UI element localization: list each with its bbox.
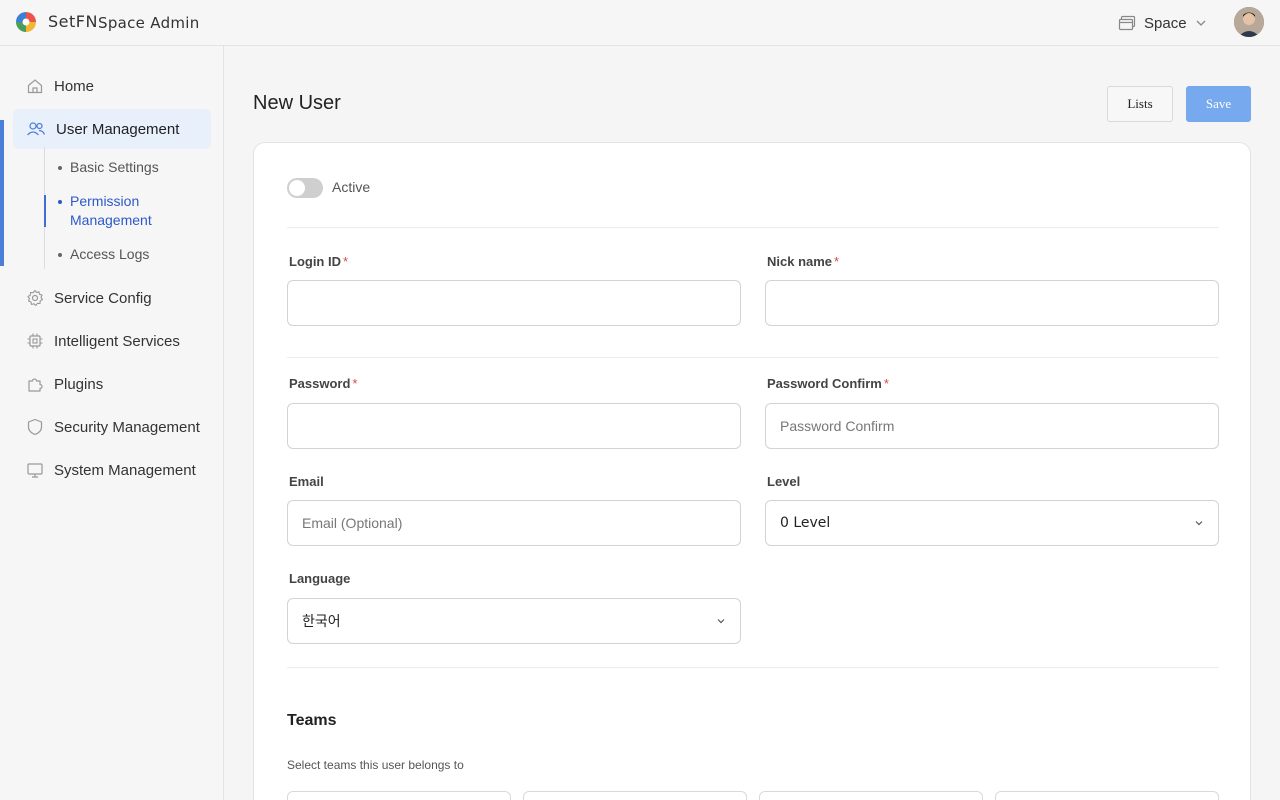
users-icon — [27, 122, 46, 136]
bullet-icon — [58, 253, 62, 257]
nick-name-input[interactable] — [765, 280, 1219, 326]
required-mark: * — [883, 376, 889, 391]
chevron-down-icon — [717, 619, 725, 624]
login-id-label-text: Login ID — [289, 254, 341, 269]
divider — [287, 357, 1219, 358]
language-label: Language — [289, 571, 351, 586]
nick-name-label-text: Nick name — [767, 254, 833, 269]
app-title: Space Admin — [98, 14, 200, 32]
active-toggle[interactable] — [287, 178, 323, 198]
teams-description: Select teams this user belongs to — [287, 758, 464, 772]
password-confirm-label: Password Confirm * — [767, 376, 889, 391]
language-value: 한국어 — [302, 614, 341, 630]
chip-icon — [27, 333, 43, 349]
password-confirm-input[interactable] — [765, 403, 1219, 449]
sidebar-item-label: Service Config — [54, 289, 152, 307]
active-indicator — [0, 120, 4, 266]
sidebar-item-label: Home — [54, 77, 95, 95]
gear-icon — [27, 289, 44, 307]
chevron-down-icon — [1195, 521, 1203, 526]
teams-title: Teams — [287, 712, 337, 729]
sidebar-item-plugins[interactable]: Plugins — [13, 364, 211, 404]
email-field[interactable] — [302, 515, 726, 531]
required-mark: * — [343, 254, 349, 269]
level-select[interactable]: 0 Level — [765, 500, 1219, 546]
login-id-input[interactable] — [287, 280, 741, 326]
subitem-label: Permission Management — [70, 193, 152, 228]
user-form-card: Active Login ID * Nick name * Password * Pa… — [253, 142, 1251, 800]
nick-name-field[interactable] — [780, 295, 1204, 311]
window-icon — [1118, 15, 1136, 31]
password-field[interactable] — [302, 418, 726, 434]
password-confirm-label-text: Password Confirm — [767, 376, 882, 391]
language-select[interactable]: 한국어 — [287, 598, 741, 644]
password-label: Password * — [289, 376, 357, 391]
page-title: New User — [253, 92, 341, 114]
avatar[interactable] — [1234, 7, 1264, 37]
sidebar-item-label: System Management — [54, 461, 196, 479]
top-bar: SetFN Space Admin Space — [0, 0, 1280, 46]
active-label: Active — [332, 179, 371, 195]
level-label: Level — [767, 474, 801, 489]
team-option[interactable] — [523, 791, 747, 800]
login-id-field[interactable] — [302, 295, 726, 311]
monitor-icon — [27, 463, 43, 478]
logo-text: SetFN — [48, 12, 98, 31]
divider — [287, 667, 1219, 668]
bullet-icon — [58, 200, 62, 204]
sidebar-item-security-management[interactable]: Security Management — [13, 407, 211, 447]
sidebar-item-label: User Management — [56, 120, 180, 138]
puzzle-icon — [28, 378, 43, 392]
email-label: Email — [289, 474, 324, 489]
required-mark: * — [834, 254, 840, 269]
toggle-knob — [289, 180, 305, 196]
sidebar-item-label: Intelligent Services — [54, 332, 180, 350]
sidebar-item-user-management[interactable]: User Management — [13, 109, 211, 149]
logo-icon — [16, 12, 36, 32]
sidebar-item-label: Security Management — [54, 418, 200, 436]
sidebar-item-label: Plugins — [54, 375, 104, 393]
sidebar-subitem-basic-settings[interactable]: Basic Settings — [58, 158, 159, 177]
sidebar-subitem-access-logs[interactable]: Access Logs — [58, 245, 149, 264]
level-value: 0 Level — [780, 515, 831, 531]
space-selector[interactable]: Space — [1118, 12, 1207, 34]
team-option[interactable] — [995, 791, 1219, 800]
space-label: Space — [1144, 14, 1187, 32]
password-label-text: Password — [289, 376, 351, 391]
team-option[interactable] — [759, 791, 983, 800]
team-option[interactable] — [287, 791, 511, 800]
nick-name-label: Nick name * — [767, 254, 839, 269]
required-mark: * — [352, 376, 358, 391]
sidebar-item-home[interactable]: Home — [13, 66, 211, 106]
shield-icon — [27, 418, 43, 436]
sidebar-item-system-management[interactable]: System Management — [13, 450, 211, 490]
password-confirm-field[interactable] — [780, 418, 1204, 434]
sidebar: Home User Management Basic Settings Perm… — [0, 46, 224, 800]
submenu-active-line — [44, 195, 46, 227]
save-button[interactable]: Save — [1186, 86, 1251, 122]
login-id-label: Login ID * — [289, 254, 348, 269]
chevron-down-icon — [1196, 20, 1206, 26]
divider — [287, 227, 1219, 228]
password-input[interactable] — [287, 403, 741, 449]
lists-button[interactable]: Lists — [1107, 86, 1173, 122]
subitem-label: Basic Settings — [70, 159, 159, 175]
email-input[interactable] — [287, 500, 741, 546]
sidebar-item-intelligent-services[interactable]: Intelligent Services — [13, 321, 211, 361]
sidebar-subitem-permission-management[interactable]: Permission Management — [58, 192, 152, 230]
subitem-label: Access Logs — [70, 246, 150, 262]
bullet-icon — [58, 166, 62, 170]
sidebar-item-service-config[interactable]: Service Config — [13, 278, 211, 318]
home-icon — [27, 79, 43, 94]
